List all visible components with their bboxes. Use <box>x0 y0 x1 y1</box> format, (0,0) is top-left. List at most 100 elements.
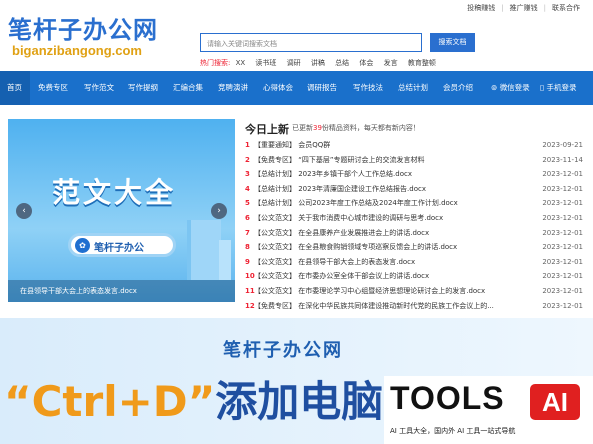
tools-logo-ai-badge: AI <box>530 384 580 420</box>
banner-action-text: 添加电脑 <box>215 377 384 426</box>
list-item-index: 1 <box>245 141 250 149</box>
list-item-index: 2 <box>245 155 250 164</box>
page-root: 笔杆子办公网 biganzibangong.com 投稿赚钱 | 推广赚钱 | 联系合作… <box>0 0 593 444</box>
main-nav: 首页 免费专区 写作范文 写作提纲 汇编合集 竞聘演讲 心得体会 调研报告 写作… <box>0 71 593 105</box>
phone-login-link[interactable]: ▯ 手机登录 <box>540 71 577 105</box>
hot-keyword[interactable]: 发言 <box>384 59 398 67</box>
latest-title: 今日上新 <box>245 123 289 136</box>
list-item[interactable]: 5 【总结计划】 公司2023年度工作总结及2024年度工作计划.docx 2023… <box>245 196 583 211</box>
slider-title: 范文大全 <box>52 176 177 209</box>
building-illustration <box>219 240 231 280</box>
latest-note: 已更新39份精品资料，每天都有新内容！ <box>292 124 420 132</box>
list-item-title[interactable]: 【公文范文】 在全县粮食购销领域专项巡察反馈会上的讲话.docx <box>254 240 534 255</box>
top-link-contact[interactable]: 联系合作 <box>547 4 585 12</box>
site-logo[interactable]: 笔杆子办公网 <box>8 10 158 45</box>
tools-logo-tagline: AI 工具大全，国内外 AI 工具一站式导航 <box>390 427 516 435</box>
phone-icon: ▯ <box>540 83 545 92</box>
list-item-index: 5 <box>245 199 250 208</box>
wechat-login-label: 微信登录 <box>499 83 530 92</box>
list-item[interactable]: 12 【免费专区】 在深化中华民族共同体建设推动新时代党的民族工作会议上的... 2… <box>245 299 583 314</box>
list-item-date: 2023-12-01 <box>542 243 583 252</box>
nav-research-report[interactable]: 调研报告 <box>307 71 337 105</box>
list-item-date: 2023-11-14 <box>542 155 583 164</box>
list-item-date: 2023-12-01 <box>542 272 583 281</box>
building-illustration <box>187 220 221 280</box>
hot-keyword[interactable]: 讲稿 <box>311 59 325 67</box>
wechat-icon: ⊚ <box>491 83 498 92</box>
list-item-title[interactable]: 【公文范文】 在市委理论学习中心组暨经济思想理论研讨会上的发言.docx <box>254 284 534 299</box>
nav-writing-samples[interactable]: 写作范文 <box>84 71 114 105</box>
search-input[interactable]: 请输入关键词搜索文档 <box>200 33 422 52</box>
list-item-title[interactable]: 【重要通知】 会员QQ群 <box>254 138 534 153</box>
hot-search: 热门搜索: XX 读书班 调研 讲稿 总结 体会 发言 教育整顿 <box>200 58 444 68</box>
banner-title: 笔杆子办公网 <box>223 340 343 361</box>
paw-icon: ✿ <box>75 238 90 253</box>
list-item-index: 8 <box>245 243 250 252</box>
slider-brand-pill: ✿ 笔杆子办公 <box>68 233 176 257</box>
list-item[interactable]: 7 【公文范文】 在全县康养产业发展推进会上的讲话.docx 2023-12-01 <box>245 226 583 241</box>
list-item-title[interactable]: 【总结计划】 2023年清廉国企建设工作总结报告.docx <box>254 182 534 197</box>
nav-free-zone[interactable]: 免费专区 <box>38 71 68 105</box>
site-domain[interactable]: biganzibangong.com <box>12 43 142 58</box>
banner-shortcut: Ctrl+D <box>31 377 188 426</box>
slider-caption[interactable]: 在县领导干部大会上的表态发言.docx <box>8 280 235 302</box>
hot-search-label: 热门搜索: <box>200 59 231 67</box>
hot-keyword[interactable]: 调研 <box>287 59 301 67</box>
slider-pill-text: 笔杆子办公 <box>94 243 144 254</box>
list-item-date: 2023-12-01 <box>542 257 583 266</box>
list-item-title[interactable]: 【总结计划】 公司2023年度工作总结及2024年度工作计划.docx <box>254 196 534 211</box>
list-item-title[interactable]: 【总结计划】 2023年乡镇干部个人工作总结.docx <box>254 167 534 182</box>
tools-logo-word: TOOLS <box>390 380 505 416</box>
hot-keyword[interactable]: 读书班 <box>255 59 276 67</box>
list-item-date: 2023-12-01 <box>542 184 583 193</box>
hot-keyword[interactable]: 总结 <box>335 59 349 67</box>
list-item-date: 2023-12-01 <box>542 286 583 295</box>
list-item-title[interactable]: 【公文范文】 在市委办公室全体干部会议上的讲话.docx <box>254 269 534 284</box>
nav-writing-tips[interactable]: 写作技法 <box>353 71 383 105</box>
list-item[interactable]: 9 【公文范文】 在县领导干部大会上的表态发言.docx 2023-12-01 <box>245 255 583 270</box>
nav-summary-plan[interactable]: 总结计划 <box>398 71 428 105</box>
list-item[interactable]: 2 【免费专区】 “四下基层”专题研讨会上的交流发言材料 2023-11-14 <box>245 153 583 168</box>
slider-prev-button[interactable]: ‹ <box>16 203 32 219</box>
banner-main-text: “Ctrl+D”添加电脑 <box>4 377 384 426</box>
list-item-date: 2023-12-01 <box>542 199 583 208</box>
list-item[interactable]: 1 【重要通知】 会员QQ群 2023-09-21 <box>245 138 583 153</box>
top-link-promote[interactable]: 推广赚钱 <box>505 4 543 12</box>
hot-keyword[interactable]: 教育整顿 <box>408 59 436 67</box>
list-item-title[interactable]: 【公文范文】 关于我市消费中心城市建设的调研与思考.docx <box>254 211 534 226</box>
list-item-index: 9 <box>245 257 250 266</box>
list-item-date: 2023-12-01 <box>542 170 583 179</box>
list-item-title[interactable]: 【免费专区】 在深化中华民族共同体建设推动新时代党的民族工作会议上的... <box>254 299 534 314</box>
hot-keyword[interactable]: XX <box>236 59 246 67</box>
wechat-login-link[interactable]: ⊚ 微信登录 <box>491 71 530 105</box>
list-item-index: 4 <box>245 184 250 193</box>
list-item-date: 2023-12-01 <box>542 213 583 222</box>
top-link-contribute[interactable]: 投稿赚钱 <box>462 4 500 12</box>
nav-membership[interactable]: 会员介绍 <box>443 71 473 105</box>
hot-keyword[interactable]: 体会 <box>359 59 373 67</box>
list-item[interactable]: 6 【公文范文】 关于我市消费中心城市建设的调研与思考.docx 2023-12-0… <box>245 211 583 226</box>
top-links: 投稿赚钱 | 推广赚钱 | 联系合作 <box>462 3 585 13</box>
latest-list: 1 【重要通知】 会员QQ群 2023-09-21 2 【免费专区】 “四下基层”专题… <box>245 138 583 313</box>
nav-writing-outline[interactable]: 写作提纲 <box>128 71 158 105</box>
nav-experience[interactable]: 心得体会 <box>263 71 293 105</box>
slider-next-button[interactable]: › <box>211 203 227 219</box>
list-item-date: 2023-09-21 <box>542 141 583 149</box>
nav-competition-speech[interactable]: 竞聘演讲 <box>218 71 248 105</box>
site-header: 笔杆子办公网 biganzibangong.com 投稿赚钱 | 推广赚钱 | 联系合作… <box>0 0 593 71</box>
search-button[interactable]: 搜索文档 <box>430 33 475 52</box>
list-item-date: 2023-12-01 <box>542 301 583 310</box>
nav-home[interactable]: 首页 <box>0 71 30 105</box>
list-item[interactable]: 11 【公文范文】 在市委理论学习中心组暨经济思想理论研讨会上的发言.docx 20… <box>245 284 583 299</box>
list-item[interactable]: 4 【总结计划】 2023年清廉国企建设工作总结报告.docx 2023-12-01 <box>245 182 583 197</box>
list-item[interactable]: 10 【公文范文】 在市委办公室全体干部会议上的讲话.docx 2023-12-01 <box>245 269 583 284</box>
list-item[interactable]: 3 【总结计划】 2023年乡镇干部个人工作总结.docx 2023-12-01 <box>245 167 583 182</box>
nav-compilation[interactable]: 汇编合集 <box>173 71 203 105</box>
list-item[interactable]: 8 【公文范文】 在全县粮食购销领域专项巡察反馈会上的讲话.docx 2023-12… <box>245 240 583 255</box>
banner-slider[interactable]: 范文大全 ✿ 笔杆子办公 ‹ › 在县领导干部大会上的表态发言.docx <box>8 119 235 302</box>
latest-count: 39 <box>313 124 322 132</box>
list-item-index: 7 <box>245 228 250 237</box>
list-item-title[interactable]: 【免费专区】 “四下基层”专题研讨会上的交流发言材料 <box>254 153 534 168</box>
list-item-title[interactable]: 【公文范文】 在全县康养产业发展推进会上的讲话.docx <box>254 226 534 241</box>
list-item-title[interactable]: 【公文范文】 在县领导干部大会上的表态发言.docx <box>254 255 534 270</box>
